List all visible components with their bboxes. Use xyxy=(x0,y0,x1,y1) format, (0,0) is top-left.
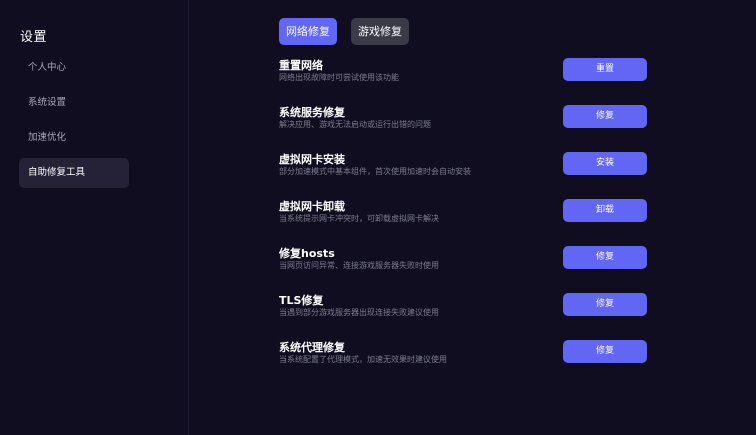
repair-item-title: 虚拟网卡安装 xyxy=(279,153,345,166)
repair-list: 重置网络 网络出现故障时可尝试使用该功能 重置 系统服务修复 解决应用、游戏无法… xyxy=(279,57,649,386)
repair-item-title: 修复hosts xyxy=(279,247,335,260)
repair-item-tls: TLS修复 当遇到部分游戏服务器出现连接失败建议使用 修复 xyxy=(279,292,649,339)
repair-item-desc: 网络出现故障时可尝试使用该功能 xyxy=(279,73,399,82)
reset-network-button[interactable]: 重置 xyxy=(563,58,647,81)
repair-item-desc: 当遇到部分游戏服务器出现连接失败建议使用 xyxy=(279,308,439,317)
repair-item-reset-network: 重置网络 网络出现故障时可尝试使用该功能 重置 xyxy=(279,57,649,104)
sidebar: 设置 个人中心 系统设置 加速优化 自助修复工具 xyxy=(0,0,189,435)
repair-tabs: 网络修复 游戏修复 xyxy=(279,18,409,45)
tab-game-repair[interactable]: 游戏修复 xyxy=(351,18,409,45)
sidebar-item-acceleration[interactable]: 加速优化 xyxy=(19,123,129,153)
sidebar-title: 设置 xyxy=(20,30,48,45)
settings-window: 设置 个人中心 系统设置 加速优化 自助修复工具 网络修复 游戏修复 重置网络 … xyxy=(0,0,756,435)
repair-item-desc: 部分加速模式中基本组件，首次使用加速时会自动安装 xyxy=(279,167,471,176)
repair-item-desc: 当系统提示网卡冲突时，可卸载虚拟网卡解决 xyxy=(279,214,439,223)
repair-item-system-proxy: 系统代理修复 当系统配置了代理模式，加速无效果时建议使用 修复 xyxy=(279,339,649,386)
repair-item-title: 系统代理修复 xyxy=(279,341,345,354)
virtual-nic-uninstall-button[interactable]: 卸载 xyxy=(563,199,647,222)
repair-item-desc: 当系统配置了代理模式，加速无效果时建议使用 xyxy=(279,355,447,364)
repair-item-hosts: 修复hosts 当网页访问异常、连接游戏服务器失败时使用 修复 xyxy=(279,245,649,292)
repair-item-system-service: 系统服务修复 解决应用、游戏无法启动或运行出错的问题 修复 xyxy=(279,104,649,151)
repair-item-title: 虚拟网卡卸载 xyxy=(279,200,345,213)
sidebar-item-profile[interactable]: 个人中心 xyxy=(19,53,129,83)
repair-item-title: 重置网络 xyxy=(279,59,323,72)
repair-item-virtual-nic-uninstall: 虚拟网卡卸载 当系统提示网卡冲突时，可卸载虚拟网卡解决 卸载 xyxy=(279,198,649,245)
system-proxy-repair-button[interactable]: 修复 xyxy=(563,340,647,363)
hosts-repair-button[interactable]: 修复 xyxy=(563,246,647,269)
sidebar-item-system-settings[interactable]: 系统设置 xyxy=(19,88,129,118)
tab-network-repair[interactable]: 网络修复 xyxy=(279,18,337,45)
tls-repair-button[interactable]: 修复 xyxy=(563,293,647,316)
repair-item-title: TLS修复 xyxy=(279,294,324,307)
repair-item-desc: 解决应用、游戏无法启动或运行出错的问题 xyxy=(279,120,431,129)
virtual-nic-install-button[interactable]: 安装 xyxy=(563,152,647,175)
sidebar-nav: 个人中心 系统设置 加速优化 自助修复工具 xyxy=(19,53,129,193)
repair-item-virtual-nic-install: 虚拟网卡安装 部分加速模式中基本组件，首次使用加速时会自动安装 安装 xyxy=(279,151,649,198)
system-service-repair-button[interactable]: 修复 xyxy=(563,105,647,128)
repair-item-title: 系统服务修复 xyxy=(279,106,345,119)
repair-item-desc: 当网页访问异常、连接游戏服务器失败时使用 xyxy=(279,261,439,270)
sidebar-item-repair-tools[interactable]: 自助修复工具 xyxy=(19,158,129,188)
